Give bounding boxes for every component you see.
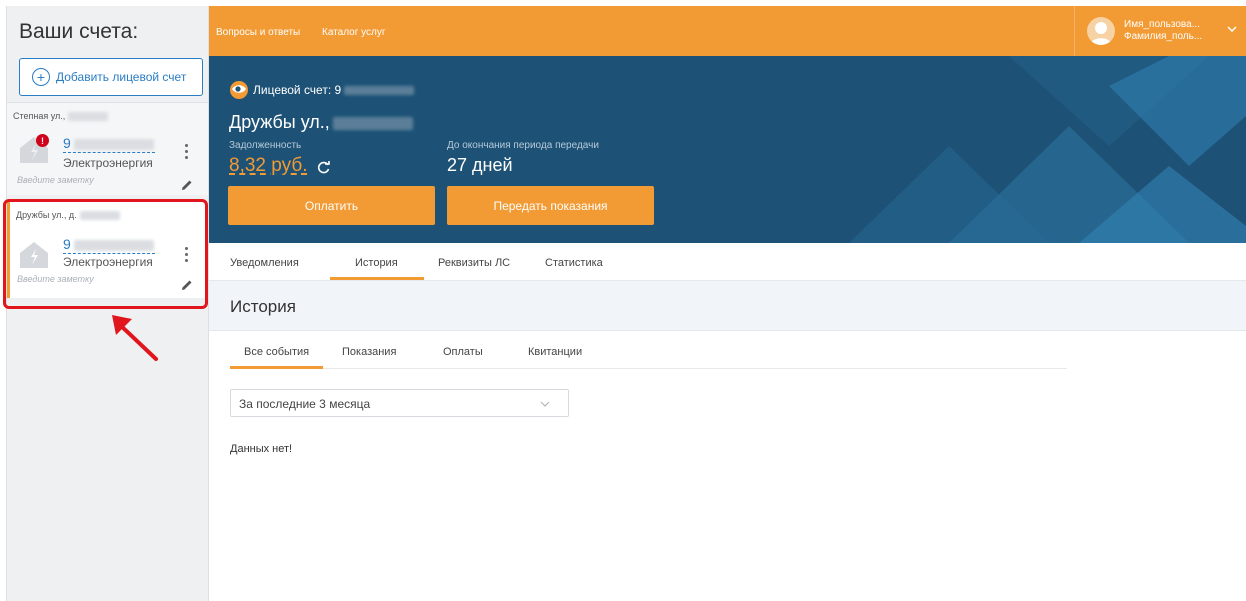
chevron-down-icon — [1227, 26, 1237, 33]
services-catalog-link[interactable]: Каталог услуг — [322, 27, 386, 38]
account-card-druzhby[interactable]: Дружбы ул., д. 9 Электроэнергия Введите … — [7, 201, 208, 298]
section-title: История — [230, 297, 296, 316]
sidebar-title: Ваши счета: — [19, 20, 139, 43]
period-value: 27 дней — [447, 155, 513, 175]
submit-readings-button[interactable]: Передать показания — [447, 186, 654, 225]
account-number[interactable]: 9 — [63, 236, 154, 252]
add-account-label: Добавить лицевой счет — [56, 70, 187, 84]
history-filter-tabs: Все события Показания Оплаты Квитанции — [230, 331, 1067, 369]
top-bar: Вопросы и ответы Каталог услуг Имя_польз… — [209, 6, 1246, 56]
account-address: Дружбы ул., д. — [16, 210, 120, 221]
accounts-sidebar: Ваши счета: + Добавить лицевой счет Степ… — [6, 6, 209, 601]
chevron-down-icon — [540, 401, 550, 407]
pay-button[interactable]: Оплатить — [228, 186, 435, 225]
note-input[interactable]: Введите заметку — [17, 175, 94, 185]
account-tabs: Уведомления История Реквизиты ЛС Статист… — [209, 243, 1246, 281]
avatar — [1087, 17, 1115, 45]
subtab-readings[interactable]: Показания — [342, 346, 396, 358]
note-input[interactable]: Введите заметку — [17, 274, 94, 284]
plus-icon: + — [32, 68, 50, 86]
account-number-underline — [63, 152, 155, 153]
add-account-button[interactable]: + Добавить лицевой счет — [19, 58, 203, 96]
account-address-heading: Дружбы ул., — [229, 112, 413, 133]
redacted-text — [68, 112, 109, 122]
red-arrow-annotation — [112, 315, 158, 361]
tab-notifications[interactable]: Уведомления — [230, 257, 299, 269]
user-menu[interactable]: Имя_пользова... Фамилия_поль... — [1074, 6, 1246, 56]
account-number[interactable]: 9 — [63, 135, 154, 151]
account-address: Степная ул., — [13, 111, 109, 122]
redacted-text — [79, 211, 120, 221]
redacted-text — [73, 138, 154, 150]
period-label: До окончания периода передачи — [447, 140, 599, 151]
refresh-icon[interactable] — [317, 160, 331, 174]
redacted-text — [344, 86, 415, 96]
alert-badge: ! — [36, 134, 49, 147]
house-icon — [20, 242, 48, 268]
empty-state-message: Данных нет! — [230, 443, 293, 455]
tab-statistics[interactable]: Статистика — [545, 257, 603, 269]
subtab-payments[interactable]: Оплаты — [443, 346, 483, 358]
account-type: Электроэнергия — [63, 255, 153, 269]
faq-link[interactable]: Вопросы и ответы — [216, 27, 300, 38]
redacted-text — [332, 116, 413, 130]
section-header: История — [209, 281, 1246, 331]
subtab-receipts[interactable]: Квитанции — [528, 346, 582, 358]
subtab-all-events[interactable]: Все события — [244, 346, 309, 358]
user-avatar-icon — [1090, 22, 1112, 45]
debt-value[interactable]: 8,32 руб. — [229, 155, 308, 177]
account-type: Электроэнергия — [63, 156, 153, 170]
debt-label: Задолженность — [229, 140, 302, 151]
period-select[interactable]: За последние 3 месяца — [230, 389, 569, 417]
tab-requisites[interactable]: Реквизиты ЛС — [438, 257, 510, 269]
more-options-icon[interactable] — [183, 247, 189, 265]
redacted-text — [73, 239, 154, 251]
edit-note-icon[interactable] — [181, 179, 193, 191]
active-subtab-indicator — [230, 366, 323, 369]
edit-note-icon[interactable] — [181, 279, 193, 291]
account-logo-icon — [230, 81, 248, 99]
account-summary-panel: Лицевой счет: 9 Дружбы ул., Задолженност… — [209, 56, 1246, 243]
user-name: Имя_пользова... Фамилия_поль... — [1124, 19, 1203, 42]
active-tab-indicator — [330, 277, 424, 280]
period-select-value: За последние 3 месяца — [239, 397, 371, 411]
account-number-underline — [63, 253, 155, 254]
account-number-label: Лицевой счет: 9 — [253, 83, 415, 97]
more-options-icon[interactable] — [183, 144, 189, 162]
tab-history[interactable]: История — [355, 257, 398, 269]
account-card-stepnaya[interactable]: Степная ул., ! 9 Электроэнергия Введите … — [7, 102, 208, 195]
